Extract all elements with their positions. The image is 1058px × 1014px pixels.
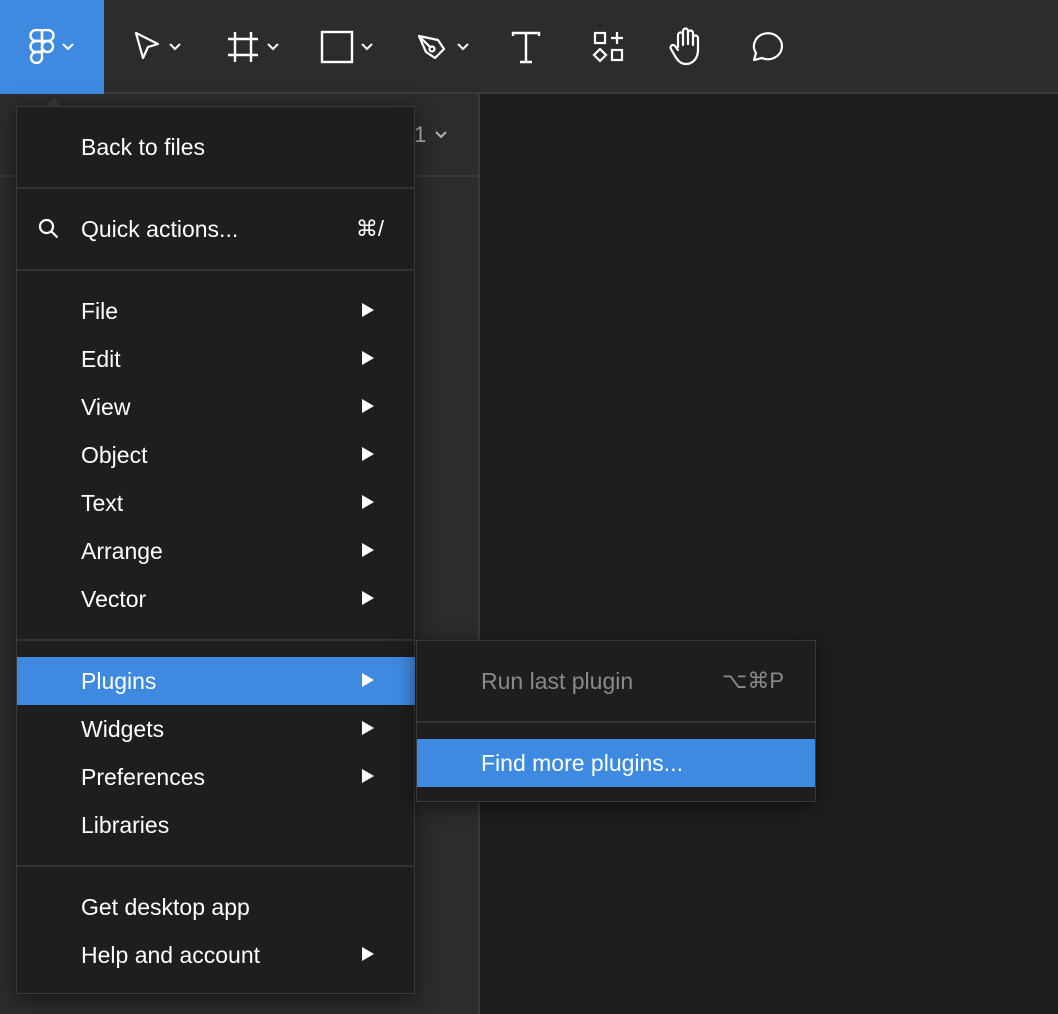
menu-item-label: Preferences	[81, 763, 206, 790]
search-icon	[38, 218, 59, 239]
comment-icon	[752, 32, 784, 62]
menu-item-label: Quick actions...	[81, 215, 239, 242]
shape-tool-button[interactable]	[320, 0, 374, 94]
pen-tool-icon	[417, 34, 446, 60]
menu-separator	[17, 269, 415, 271]
chevron-down-icon	[435, 131, 447, 139]
rectangle-tool-icon	[320, 30, 354, 64]
menu-item-preferences[interactable]: Preferences	[17, 753, 415, 801]
menu-item-vector[interactable]: Vector	[17, 575, 415, 623]
menu-item-quick-actions[interactable]: Quick actions... ⌘/	[17, 205, 415, 253]
menu-item-label: Object	[81, 441, 148, 468]
menu-item-label: Plugins	[81, 667, 157, 694]
menu-separator	[17, 865, 415, 867]
menu-item-label: Back to files	[81, 133, 205, 160]
menu-separator	[17, 639, 415, 641]
menu-item-label: File	[81, 297, 119, 324]
menu-notch	[46, 98, 62, 106]
menu-item-label: Arrange	[81, 537, 163, 564]
frame-tool-button[interactable]	[226, 0, 280, 94]
submenu-arrow-icon	[362, 673, 374, 687]
submenu-item-find-more-plugins[interactable]: Find more plugins...	[417, 739, 815, 787]
chevron-down-icon	[62, 43, 74, 51]
menu-item-label: Edit	[81, 345, 121, 372]
submenu-arrow-icon	[362, 351, 374, 365]
move-tool-button[interactable]	[132, 0, 182, 94]
menu-item-label: View	[81, 393, 131, 420]
main-menu: Back to files Quick actions... ⌘/ File E…	[16, 106, 415, 994]
menu-item-libraries[interactable]: Libraries	[17, 801, 415, 849]
submenu-arrow-icon	[362, 447, 374, 461]
figma-logo-icon	[29, 29, 55, 65]
submenu-arrow-icon	[362, 721, 374, 735]
toolbar	[0, 0, 1058, 94]
menu-item-file[interactable]: File	[17, 287, 415, 335]
menu-item-text[interactable]: Text	[17, 479, 415, 527]
page-label: 1	[414, 122, 427, 147]
submenu-arrow-icon	[362, 591, 374, 605]
menu-item-object[interactable]: Object	[17, 431, 415, 479]
menu-item-get-desktop-app[interactable]: Get desktop app	[17, 883, 415, 931]
hand-tool-icon	[669, 27, 700, 66]
main-menu-button[interactable]	[0, 0, 104, 94]
chevron-down-icon	[361, 43, 373, 51]
comment-tool-button[interactable]	[748, 0, 784, 94]
menu-item-arrange[interactable]: Arrange	[17, 527, 415, 575]
pen-tool-button[interactable]	[416, 0, 470, 94]
chevron-down-icon	[169, 43, 181, 51]
shortcut-label: ⌥⌘P	[721, 668, 784, 693]
menu-item-label: Get desktop app	[81, 893, 250, 920]
menu-item-label: Libraries	[81, 811, 170, 838]
submenu-item-run-last-plugin[interactable]: Run last plugin ⌥⌘P	[417, 657, 815, 705]
menu-item-label: Vector	[81, 585, 147, 612]
submenu-arrow-icon	[362, 543, 374, 557]
submenu-arrow-icon	[362, 947, 374, 961]
submenu-arrow-icon	[362, 303, 374, 317]
menu-item-plugins[interactable]: Plugins	[17, 657, 415, 705]
submenu-item-label: Run last plugin	[481, 667, 634, 694]
submenu-arrow-icon	[362, 769, 374, 783]
text-tool-icon	[511, 31, 541, 64]
resources-icon	[592, 31, 624, 63]
menu-item-label: Widgets	[81, 715, 165, 742]
frame-tool-icon	[228, 32, 258, 62]
chevron-down-icon	[267, 43, 279, 51]
submenu-item-label: Find more plugins...	[481, 749, 683, 776]
menu-item-widgets[interactable]: Widgets	[17, 705, 415, 753]
submenu-arrow-icon	[362, 399, 374, 413]
plugins-submenu: Run last plugin ⌥⌘P Find more plugins...	[416, 640, 816, 802]
menu-item-edit[interactable]: Edit	[17, 335, 415, 383]
shortcut-label: ⌘/	[355, 216, 384, 241]
submenu-arrow-icon	[362, 495, 374, 509]
menu-item-help-and-account[interactable]: Help and account	[17, 931, 415, 979]
menu-item-label: Text	[81, 489, 124, 516]
page-selector[interactable]: 1	[414, 122, 448, 148]
resources-button[interactable]	[592, 0, 626, 94]
move-tool-icon	[134, 31, 160, 60]
menu-item-back-to-files[interactable]: Back to files	[17, 123, 415, 171]
text-tool-button[interactable]	[510, 0, 542, 94]
menu-item-label: Help and account	[81, 941, 261, 968]
menu-separator	[17, 187, 415, 189]
hand-tool-button[interactable]	[668, 0, 704, 94]
chevron-down-icon	[457, 43, 469, 51]
menu-item-view[interactable]: View	[17, 383, 415, 431]
menu-separator	[417, 721, 815, 723]
